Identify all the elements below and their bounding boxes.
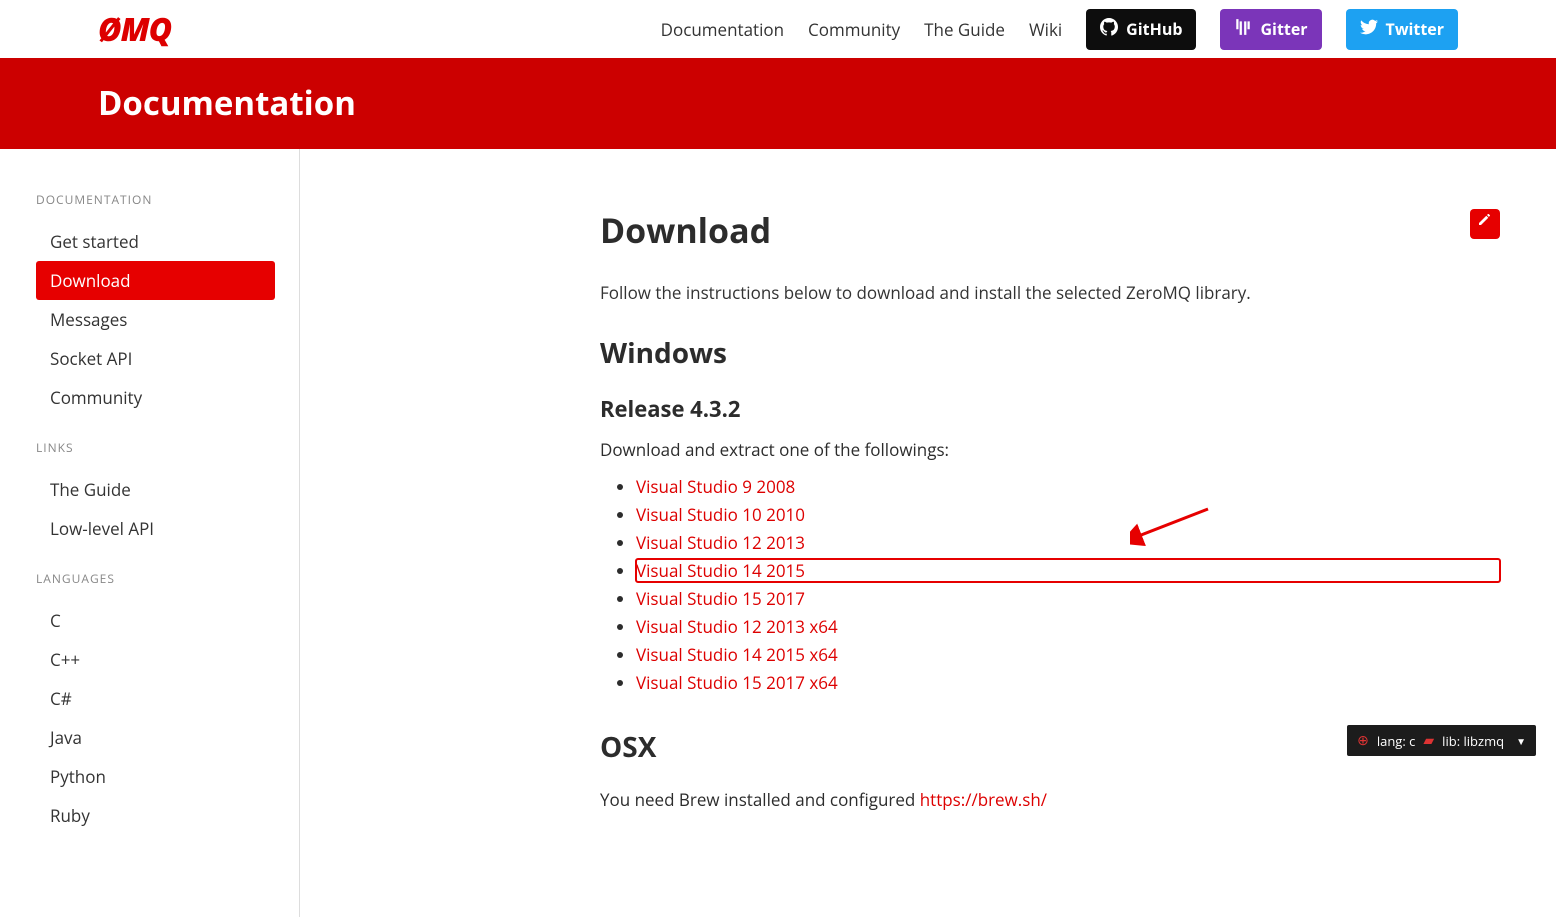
dl-vs12-2013[interactable]: Visual Studio 12 2013 bbox=[636, 531, 805, 554]
edit-button[interactable] bbox=[1470, 209, 1500, 239]
sidebar-list-languages: C C++ C# Java Python Ruby bbox=[36, 601, 299, 835]
twitter-button[interactable]: Twitter bbox=[1346, 9, 1458, 50]
twitter-icon bbox=[1360, 18, 1378, 41]
nav-guide[interactable]: The Guide bbox=[924, 18, 1005, 41]
sidebar: DOCUMENTATION Get started Download Messa… bbox=[0, 149, 300, 917]
github-button[interactable]: GitHub bbox=[1086, 9, 1196, 50]
twitter-label: Twitter bbox=[1386, 18, 1444, 40]
logo[interactable]: ØMQ bbox=[98, 8, 171, 51]
osx-lead: You need Brew installed and configured h… bbox=[600, 788, 1500, 811]
page-title: Download bbox=[600, 207, 1500, 253]
dl-vs12-2013-x64[interactable]: Visual Studio 12 2013 x64 bbox=[636, 615, 838, 638]
gitter-button[interactable]: Gitter bbox=[1220, 9, 1321, 50]
sidebar-item-the-guide[interactable]: The Guide bbox=[36, 470, 275, 509]
release-lead: Download and extract one of the followin… bbox=[600, 438, 1500, 461]
dl-vs14-2015[interactable]: Visual Studio 14 2015 bbox=[636, 559, 805, 582]
sidebar-item-cpp[interactable]: C++ bbox=[36, 640, 275, 679]
dl-vs9-2008[interactable]: Visual Studio 9 2008 bbox=[636, 475, 795, 498]
github-label: GitHub bbox=[1126, 18, 1182, 40]
book-icon: ▰ bbox=[1423, 731, 1434, 750]
brew-link[interactable]: https://brew.sh/ bbox=[920, 788, 1047, 811]
sidebar-item-c[interactable]: C bbox=[36, 601, 275, 640]
nav-community[interactable]: Community bbox=[808, 18, 900, 41]
nav-documentation[interactable]: Documentation bbox=[661, 18, 784, 41]
sidebar-item-java[interactable]: Java bbox=[36, 718, 275, 757]
github-icon bbox=[1100, 18, 1118, 41]
sidebar-item-python[interactable]: Python bbox=[36, 757, 275, 796]
sidebar-item-messages[interactable]: Messages bbox=[36, 300, 275, 339]
pencil-icon bbox=[1477, 213, 1493, 235]
lib-label: lib: libzmq bbox=[1442, 732, 1504, 750]
globe-icon: ⊕ bbox=[1357, 731, 1369, 750]
dl-vs15-2017-x64[interactable]: Visual Studio 15 2017 x64 bbox=[636, 671, 838, 694]
sidebar-item-ruby[interactable]: Ruby bbox=[36, 796, 275, 835]
banner-title: Documentation bbox=[98, 80, 1458, 125]
gitter-label: Gitter bbox=[1260, 18, 1307, 40]
sidebar-section-languages: LANGUAGES bbox=[36, 570, 299, 587]
sidebar-section-documentation: DOCUMENTATION bbox=[36, 191, 299, 208]
nav-wiki[interactable]: Wiki bbox=[1029, 18, 1062, 41]
sidebar-list-links: The Guide Low-level API bbox=[36, 470, 299, 548]
topnav: Documentation Community The Guide Wiki G… bbox=[661, 9, 1458, 50]
lang-lib-selector[interactable]: ⊕ lang: c ▰ lib: libzmq ▼ bbox=[1347, 725, 1536, 756]
windows-heading: Windows bbox=[600, 334, 1500, 372]
topbar: ØMQ Documentation Community The Guide Wi… bbox=[0, 0, 1556, 58]
sidebar-item-lowlevel-api[interactable]: Low-level API bbox=[36, 509, 275, 548]
download-list: Visual Studio 9 2008 Visual Studio 10 20… bbox=[600, 475, 1500, 694]
chevron-down-icon: ▼ bbox=[1516, 734, 1526, 748]
banner: Documentation bbox=[0, 58, 1556, 149]
dl-vs15-2017[interactable]: Visual Studio 15 2017 bbox=[636, 587, 805, 610]
sidebar-item-socket-api[interactable]: Socket API bbox=[36, 339, 275, 378]
sidebar-item-community[interactable]: Community bbox=[36, 378, 275, 417]
content: Download Follow the instructions below t… bbox=[300, 149, 1540, 917]
sidebar-section-links: LINKS bbox=[36, 439, 299, 456]
osx-lead-text: You need Brew installed and configured bbox=[600, 788, 920, 811]
dl-vs10-2010[interactable]: Visual Studio 10 2010 bbox=[636, 503, 805, 526]
sidebar-item-get-started[interactable]: Get started bbox=[36, 222, 275, 261]
layout: DOCUMENTATION Get started Download Messa… bbox=[0, 149, 1556, 917]
gitter-icon bbox=[1234, 18, 1252, 41]
release-heading: Release 4.3.2 bbox=[600, 394, 1500, 424]
sidebar-list-documentation: Get started Download Messages Socket API… bbox=[36, 222, 299, 417]
lang-label: lang: c bbox=[1377, 732, 1416, 750]
intro-paragraph: Follow the instructions below to downloa… bbox=[600, 281, 1500, 304]
sidebar-item-download[interactable]: Download bbox=[36, 261, 275, 300]
sidebar-item-csharp[interactable]: C# bbox=[36, 679, 275, 718]
dl-vs14-2015-x64[interactable]: Visual Studio 14 2015 x64 bbox=[636, 643, 838, 666]
